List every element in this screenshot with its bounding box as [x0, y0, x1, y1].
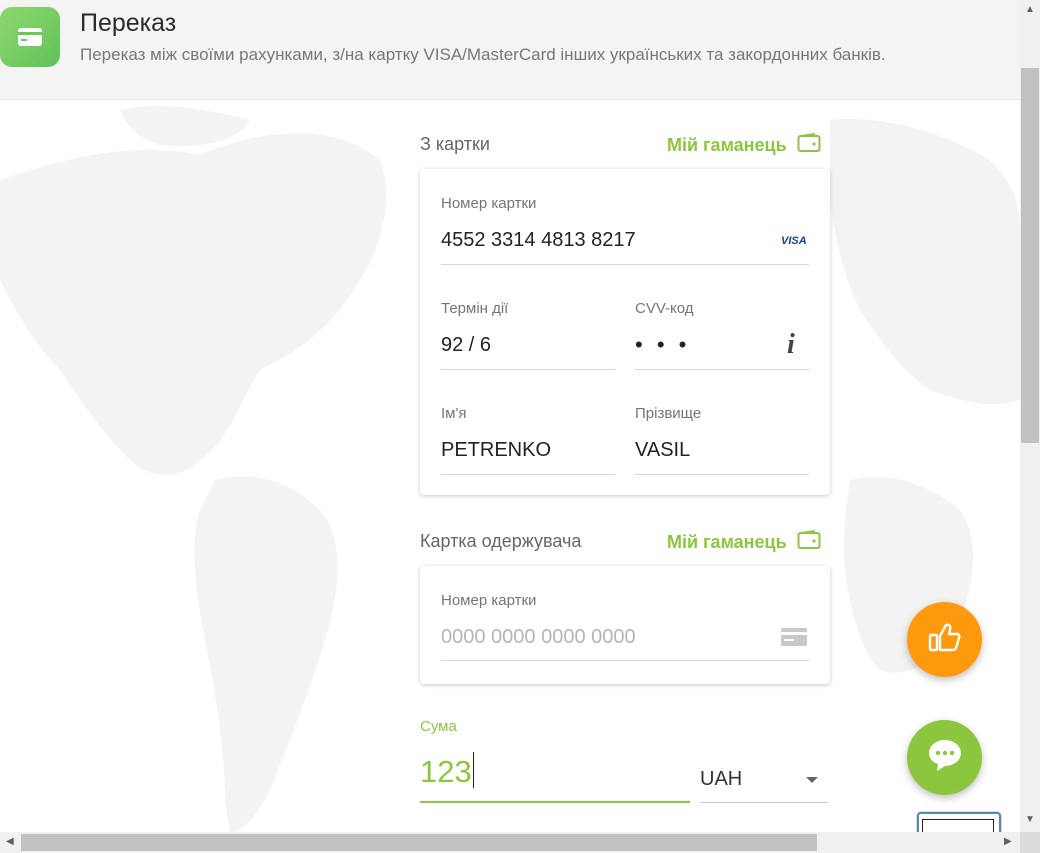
currency-select[interactable]: UAH	[700, 768, 828, 803]
recipient-card-label: Картка одержувача	[420, 531, 582, 551]
amount-input[interactable]: 123	[420, 752, 474, 790]
from-my-wallet-link[interactable]: Мій гаманець	[667, 133, 821, 158]
chat-button[interactable]	[907, 720, 982, 795]
scroll-right-icon[interactable]: ▶	[1004, 837, 1012, 847]
chat-bubble-icon	[927, 738, 963, 777]
info-icon[interactable]: i	[787, 329, 795, 361]
to-my-wallet-label: Мій гаманець	[667, 532, 787, 552]
horizontal-scroll-thumb[interactable]	[21, 834, 817, 851]
amount-underline	[420, 801, 690, 803]
from-card-panel: Номер картки 4552 3314 4813 8217 VISA Те…	[420, 169, 830, 495]
divider	[441, 660, 809, 661]
visa-logo-icon: VISA	[781, 235, 807, 247]
widget-tab[interactable]	[917, 812, 1001, 832]
scrollbar-corner	[1020, 832, 1040, 853]
divider	[441, 474, 615, 475]
page-title: Переказ	[80, 9, 177, 37]
cvv-input[interactable]: • • •	[635, 332, 690, 358]
wallet-card-icon	[0, 7, 60, 67]
recipient-card-number-input[interactable]: 0000 0000 0000 0000	[441, 626, 636, 649]
scroll-left-icon[interactable]: ◀	[6, 837, 14, 847]
recipient-card-number-label: Номер картки	[441, 592, 537, 609]
to-my-wallet-link[interactable]: Мій гаманець	[667, 530, 821, 555]
card-number-label: Номер картки	[441, 195, 537, 212]
last-name-input[interactable]: VASIL	[635, 439, 690, 462]
page-subtitle: Переказ між своїми рахунками, з/на картк…	[80, 45, 886, 64]
wallet-icon	[797, 133, 821, 158]
credit-card-icon	[781, 628, 807, 651]
feedback-button[interactable]	[907, 602, 982, 677]
scroll-down-icon[interactable]: ▼	[1025, 815, 1035, 825]
thumbs-up-icon	[928, 622, 962, 657]
divider	[700, 802, 828, 803]
widget-tab-frame	[922, 819, 994, 832]
vertical-scroll-thumb[interactable]	[1021, 68, 1039, 443]
from-my-wallet-label: Мій гаманець	[667, 135, 787, 155]
horizontal-scrollbar[interactable]: ◀ ▶	[0, 832, 1020, 853]
divider	[441, 369, 615, 370]
card-number-input[interactable]: 4552 3314 4813 8217	[441, 229, 636, 252]
first-name-label: Ім'я	[441, 405, 467, 422]
expiry-label: Термін дії	[441, 300, 509, 317]
last-name-label: Прізвище	[635, 405, 702, 422]
vertical-scrollbar[interactable]: ▲ ▼	[1020, 0, 1040, 832]
divider	[441, 264, 809, 265]
currency-value: UAH	[700, 768, 743, 790]
divider	[635, 474, 809, 475]
cvv-label: CVV-код	[635, 300, 694, 317]
first-name-input[interactable]: PETRENKO	[441, 439, 551, 462]
scroll-up-icon[interactable]: ▲	[1025, 5, 1035, 15]
transfer-form-area: З картки Мій гаманець Номер картки 4552 …	[0, 100, 1020, 832]
divider	[635, 369, 809, 370]
amount-label: Сума	[420, 718, 457, 735]
page-header: Переказ Переказ між своїми рахунками, з/…	[0, 0, 1020, 100]
chevron-down-icon	[806, 777, 818, 783]
from-card-label: З картки	[420, 134, 490, 154]
wallet-icon	[797, 530, 821, 555]
amount-value: 123	[420, 754, 472, 789]
recipient-card-panel: Номер картки 0000 0000 0000 0000	[420, 566, 830, 684]
expiry-input[interactable]: 92 / 6	[441, 334, 491, 357]
text-cursor	[472, 752, 474, 788]
